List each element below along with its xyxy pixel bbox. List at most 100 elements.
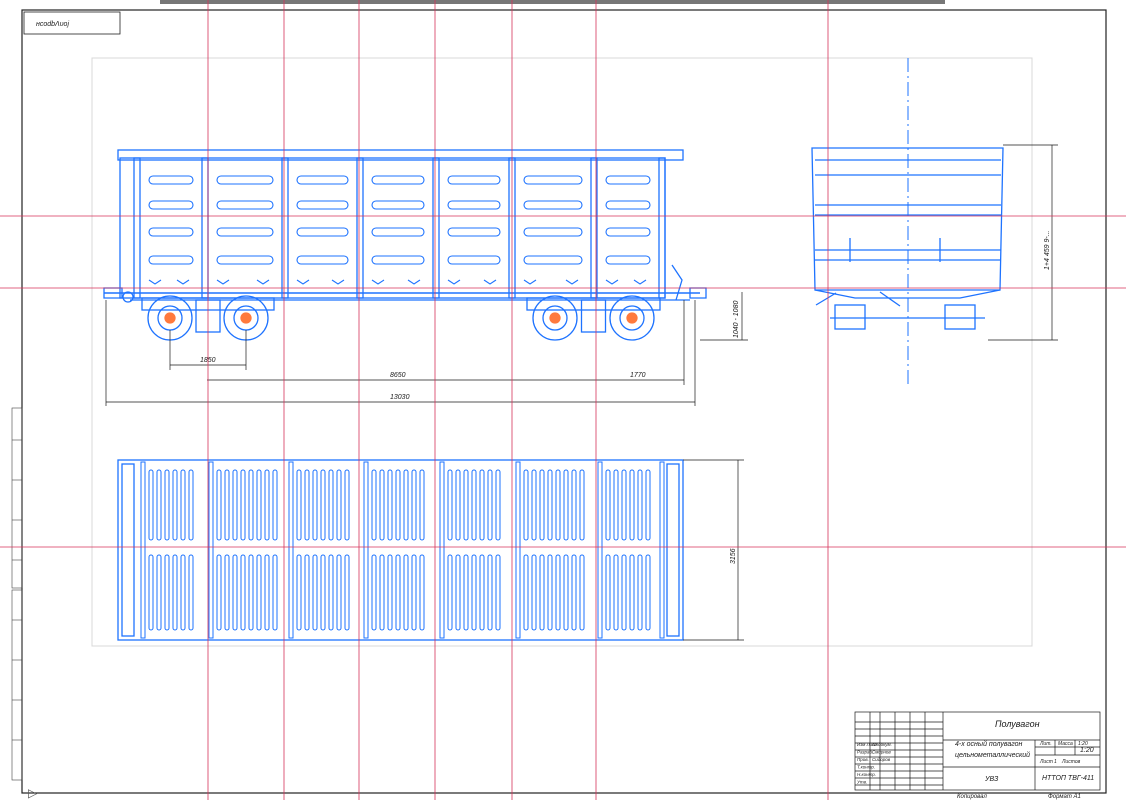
plan-slot <box>248 469 254 541</box>
plan-slot <box>328 554 334 631</box>
plan-slot <box>455 554 461 631</box>
plan-slot <box>613 469 619 541</box>
lower-bracket <box>371 279 421 285</box>
louver-slot <box>148 200 194 210</box>
plan-slot <box>320 554 326 631</box>
plan-slot <box>344 554 350 631</box>
plan-slot <box>447 554 453 631</box>
plan-slot <box>148 554 154 631</box>
plan-slot <box>304 554 310 631</box>
plan-slot <box>479 469 485 541</box>
plan-slot <box>605 469 611 541</box>
tb-row-name: Сидоров <box>872 757 891 762</box>
bogie-bolster <box>580 299 607 333</box>
louver-slot <box>605 227 651 237</box>
top-scroll-bar[interactable] <box>160 0 945 4</box>
plan-slot <box>232 469 238 541</box>
plan-slot <box>555 469 561 541</box>
louver-slot <box>605 175 651 185</box>
plan-slot <box>312 469 318 541</box>
plan-slot <box>188 469 194 541</box>
plan-post <box>363 461 369 639</box>
plan-slot <box>256 469 262 541</box>
louver-slot <box>447 227 501 237</box>
guide-lines[interactable] <box>0 0 1126 800</box>
plan-slot <box>463 469 469 541</box>
plan-slot <box>455 469 461 541</box>
plan-slot <box>579 554 585 631</box>
plan-slot <box>637 554 643 631</box>
plan-slot <box>395 469 401 541</box>
end-ladder <box>671 264 683 301</box>
louver-slot <box>605 255 651 265</box>
plan-slot <box>264 554 270 631</box>
body-post <box>133 157 141 299</box>
plan-slot <box>411 554 417 631</box>
louver-slot <box>605 200 651 210</box>
plan-slot <box>379 469 385 541</box>
corner-arrow-marker[interactable]: ▷ <box>28 786 38 800</box>
plan-slot <box>547 469 553 541</box>
louver-slot <box>216 255 274 265</box>
plan-slot <box>447 469 453 541</box>
plan-slot <box>164 469 170 541</box>
louver-slot <box>523 200 583 210</box>
title-block-org-code: НТТОП ТВГ-411 <box>1042 775 1094 782</box>
lower-bracket <box>216 279 270 285</box>
plan-slot <box>479 554 485 631</box>
plan-slot <box>296 554 302 631</box>
plan-slot <box>531 469 537 541</box>
louver-slot <box>523 227 583 237</box>
plan-post <box>659 461 665 639</box>
plan-slot <box>471 469 477 541</box>
louver-slot <box>523 255 583 265</box>
plan-slot <box>523 554 529 631</box>
lower-bracket <box>447 279 497 285</box>
plan-slot <box>387 554 393 631</box>
axle-center <box>549 312 561 324</box>
plan-slot <box>272 554 278 631</box>
plan-view <box>117 459 744 641</box>
louver-slot <box>296 227 349 237</box>
drawing-canvas: нсоdbΛυοϳ 8650 1770 13030 1040 - 1080 1+… <box>0 0 1126 800</box>
end-view <box>811 58 1058 388</box>
plan-slot <box>188 554 194 631</box>
plan-slot <box>328 469 334 541</box>
plan-slot <box>419 554 425 631</box>
axle-center <box>164 312 176 324</box>
title-block-doc-code: УВЗ <box>984 776 999 783</box>
plan-slot <box>613 554 619 631</box>
lower-bracket <box>523 279 579 285</box>
louver-slot <box>371 227 425 237</box>
plan-slot <box>579 469 585 541</box>
plan-slot <box>336 554 342 631</box>
plan-slot <box>156 554 162 631</box>
dim-overhang: 1770 <box>630 372 646 379</box>
plan-post <box>597 461 603 639</box>
louver-slot <box>371 255 425 265</box>
title-block-litera: Лит. <box>1039 741 1052 747</box>
louver-slot <box>216 200 274 210</box>
plan-slot <box>645 554 651 631</box>
plan-slot <box>487 469 493 541</box>
louver-slot <box>216 227 274 237</box>
plan-slot <box>495 554 501 631</box>
plan-slot <box>264 469 270 541</box>
plan-post <box>288 461 294 639</box>
louver-slot <box>148 175 194 185</box>
tb-row-name: Смирнов <box>872 750 891 755</box>
louver-slot <box>523 175 583 185</box>
plan-slot <box>563 469 569 541</box>
plan-slot <box>555 554 561 631</box>
plan-slot <box>629 469 635 541</box>
axle-center <box>240 312 252 324</box>
louver-slot <box>296 175 349 185</box>
plan-slot <box>164 554 170 631</box>
plan-slot <box>411 469 417 541</box>
louver-slot <box>296 200 349 210</box>
plan-slot <box>180 469 186 541</box>
plan-slot <box>240 469 246 541</box>
plan-post <box>439 461 445 639</box>
louver-slot <box>148 255 194 265</box>
plan-slot <box>320 469 326 541</box>
